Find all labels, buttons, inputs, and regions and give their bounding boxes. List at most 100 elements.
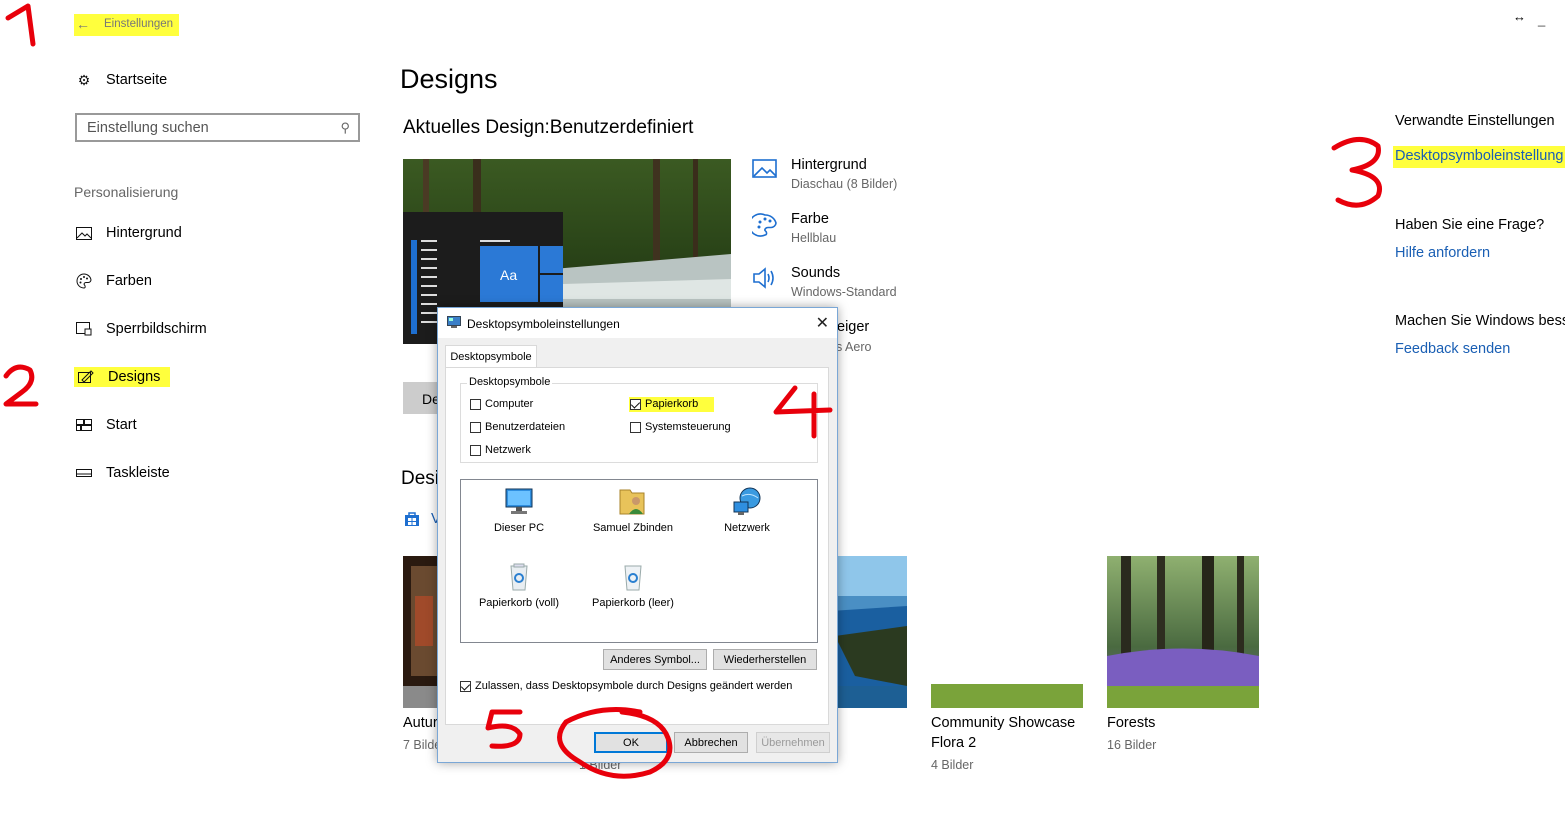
help-link[interactable]: Hilfe anfordern [1395,245,1490,261]
sidebar-item-label: Taskleiste [106,465,170,481]
icon-label: Papierkorb (voll) [478,597,560,609]
checkbox-box[interactable] [470,421,481,433]
window-title: Einstellungen [104,18,174,30]
icon-label: Papierkorb (leer) [592,597,674,609]
search-icon: ⚲ [340,120,350,135]
back-button[interactable]: ← Einstellungen [74,12,180,38]
restore-button[interactable]: Wiederherstellen [713,649,817,670]
checkbox-systemsteuerung[interactable]: Systemsteuerung [630,421,731,433]
prop-subtitle: Windows-Standard [791,285,897,299]
annotation-1 [5,3,36,47]
close-icon[interactable]: ✕ [816,313,829,333]
improve-heading: Machen Sie Windows bess [1395,313,1565,329]
lock-screen-icon [74,321,94,337]
list-item-netzwerk[interactable]: Netzwerk [697,486,797,534]
prop-title: Sounds [791,265,841,281]
checkbox-label: Computer [485,398,534,410]
icon-label: Dieser PC [493,522,545,534]
list-item-papierkorb-voll[interactable]: Papierkorb (voll) [469,561,569,609]
dialog-app-icon [447,316,461,329]
prop-mouse-subtitle: s Aero [836,340,872,354]
tab-desktopsymbole[interactable]: Desktopsymbole [445,345,537,368]
palette-icon [74,273,94,289]
palette-icon [752,213,780,237]
designs-section-heading: Desi [401,468,440,489]
start-icon [74,417,94,433]
checkbox-label: Papierkorb [645,398,699,410]
theme-count: 16 Bilder [1107,738,1157,752]
sidebar-item-label: Sperrbildschirm [106,321,207,337]
annotation-3 [1331,137,1382,208]
sidebar-item-designs[interactable]: Designs [74,367,171,387]
feedback-link[interactable]: Feedback senden [1395,341,1510,357]
group-label: Desktopsymbole [467,376,553,388]
checkbox-box[interactable] [470,398,481,410]
image-icon [74,225,94,241]
preview-tile-text: Aa [500,267,518,283]
theme-name: Forests [1107,715,1156,731]
desktop-icons-group: Desktopsymbole Computer Papierkorb Benut… [460,376,818,463]
checkbox-label: Benutzerdateien [485,421,566,433]
tab-panel: Desktopsymbole Computer Papierkorb Benut… [445,367,829,725]
question-heading: Haben Sie eine Frage? [1395,217,1545,233]
checkbox-box[interactable] [630,421,641,433]
computer-icon [502,486,536,518]
prop-title: Hintergrund [791,157,867,173]
speaker-icon [752,267,780,291]
prop-subtitle: Hellblau [791,231,837,245]
sidebar-item-label: Designs [108,369,161,385]
checkbox-label: Systemsteuerung [645,421,731,433]
icon-list[interactable]: Dieser PC Samuel Zbinden Netzwerk Papier… [460,479,818,643]
recycle-bin-full-icon [502,561,536,593]
checkbox-box[interactable] [460,680,471,692]
minimize-button[interactable]: _ [1538,12,1545,27]
improve-text: Machen Sie Windows bess [1395,313,1565,329]
search-placeholder: Einstellung suchen [87,120,209,136]
recycle-bin-empty-icon [616,561,650,593]
checkbox-allow-designs[interactable]: Zulassen, dass Desktopsymbole durch Desi… [460,680,792,692]
icon-label: Samuel Zbinden [592,522,674,534]
list-item-papierkorb-leer[interactable]: Papierkorb (leer) [583,561,683,609]
theme-count: 7 Bilde [403,738,442,752]
desktop-icon-settings-link[interactable]: Desktopsymboleinstellung [1393,146,1565,168]
sidebar-item-hintergrund[interactable]: Hintergrund [74,225,182,241]
checkbox-benutzerdateien[interactable]: Benutzerdateien [470,421,565,433]
user-folder-icon [616,486,650,518]
checkbox-netzwerk[interactable]: Netzwerk [470,444,531,456]
related-heading: Verwandte Einstellungen [1395,113,1555,129]
sidebar-home[interactable]: ⚙ Startseite [74,72,168,89]
store-link[interactable]: V [404,511,441,527]
change-icon-button[interactable]: Anderes Symbol... [603,649,707,670]
list-item-user-folder[interactable]: Samuel Zbinden [583,486,683,534]
checkbox-box[interactable] [470,444,481,456]
theme-name-line1: Community Showcase [931,715,1076,731]
resize-icon[interactable]: ↔ [1513,9,1526,24]
annotation-2 [3,364,39,407]
checkbox-papierkorb[interactable]: Papierkorb [629,397,715,412]
sidebar-item-farben[interactable]: Farben [74,273,152,289]
sidebar-item-taskleiste[interactable]: Taskleiste [74,465,170,481]
sidebar-item-start[interactable]: Start [74,417,137,433]
cancel-button[interactable]: Abbrechen [674,732,748,753]
list-item-dieser-pc[interactable]: Dieser PC [469,486,569,534]
checkbox-box[interactable] [630,398,641,410]
apply-button[interactable]: Übernehmen [756,732,830,753]
store-icon [404,511,420,527]
network-icon [730,486,764,518]
ok-button[interactable]: OK [594,732,668,753]
prop-title: Farbe [791,211,829,227]
checkbox-computer[interactable]: Computer [470,398,533,410]
sidebar-item-sperrbildschirm[interactable]: Sperrbildschirm [74,321,207,337]
dialog-titlebar[interactable]: Desktopsymboleinstellungen ✕ [438,308,837,338]
image-icon [752,159,780,183]
prop-subtitle: Diaschau (8 Bilder) [791,177,898,191]
current-design-heading: Aktuelles Design:Benutzerdefiniert [403,117,694,138]
sidebar-section-title: Personalisierung [74,184,179,200]
theme-forests[interactable] [1107,556,1259,708]
theme-count: 4 Bilder [931,758,974,772]
sidebar-home-label: Startseite [106,72,168,88]
theme-community-flora[interactable] [931,684,1083,708]
sidebar-item-label: Hintergrund [106,225,182,241]
sidebar-item-label: Start [106,417,137,433]
search-input[interactable]: Einstellung suchen ⚲ [75,113,360,142]
